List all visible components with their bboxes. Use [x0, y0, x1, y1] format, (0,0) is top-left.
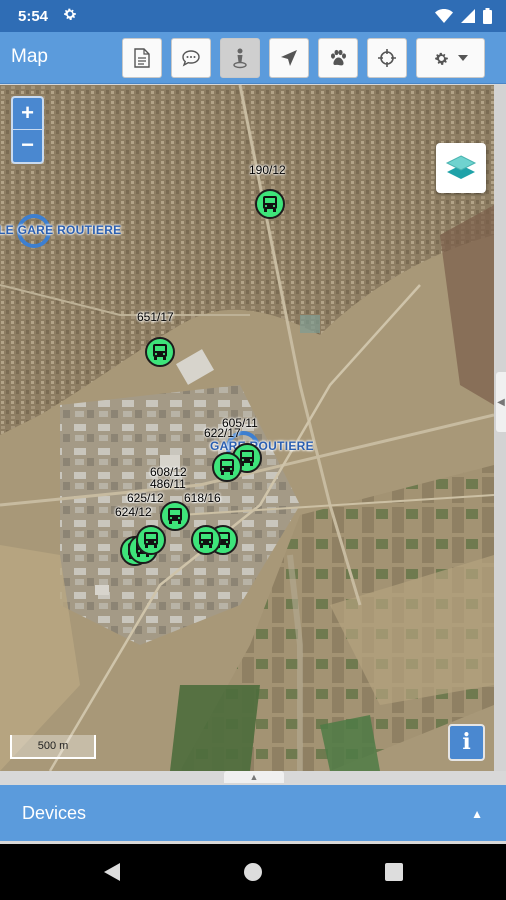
station-label: GARE ROUTIERE	[210, 439, 314, 453]
back-icon[interactable]	[102, 862, 122, 882]
app: Map + − LE GARE ROUTIERE GARE ROUTIERE 1…	[0, 32, 506, 844]
devices-label: Devices	[22, 803, 87, 823]
caret-down-icon	[458, 55, 468, 61]
paw-icon	[331, 49, 346, 66]
bus-icon	[168, 508, 182, 524]
bus-icon	[144, 532, 158, 548]
follow-device-button[interactable]	[220, 38, 260, 78]
report-button[interactable]	[122, 38, 162, 78]
bus-marker[interactable]	[255, 189, 285, 219]
chat-button[interactable]	[171, 38, 211, 78]
side-panel-handle: ◀	[494, 85, 506, 771]
layers-icon	[445, 155, 477, 179]
vehicle-label: 651/17	[137, 310, 174, 324]
document-icon	[134, 48, 150, 68]
battery-icon	[483, 8, 492, 24]
signal-icon	[461, 9, 475, 23]
bus-icon	[199, 532, 213, 548]
navigate-button[interactable]	[269, 38, 309, 78]
settings-dropdown[interactable]	[416, 38, 485, 78]
expand-bottom-panel-button[interactable]: ▲	[224, 771, 284, 783]
recents-icon[interactable]	[384, 862, 404, 882]
scale-bar: 500 m	[10, 735, 96, 759]
expand-side-panel-button[interactable]: ◀	[496, 372, 506, 432]
vehicle-label: 625/12	[127, 491, 164, 505]
gear-icon	[435, 52, 448, 65]
wifi-icon	[435, 9, 453, 23]
page-title: Map	[11, 46, 48, 67]
bus-icon	[220, 459, 234, 475]
zoom-out-button[interactable]: −	[13, 129, 42, 160]
info-button[interactable]: i	[448, 724, 485, 761]
caret-up-icon: ▲	[471, 807, 483, 821]
status-time: 5:54	[18, 7, 49, 25]
navigation-arrow-icon	[281, 50, 297, 66]
layers-button[interactable]	[436, 143, 486, 193]
geofence-button[interactable]	[318, 38, 358, 78]
bus-icon	[263, 196, 277, 212]
toolbar: Map	[0, 32, 506, 84]
bus-marker[interactable]	[191, 525, 221, 555]
zoom-control: + −	[11, 96, 44, 164]
system-nav-bar	[0, 844, 506, 900]
chat-icon	[182, 50, 200, 67]
bus-icon	[153, 344, 167, 360]
bus-marker[interactable]	[145, 337, 175, 367]
bus-marker[interactable]	[136, 525, 166, 555]
vehicle-label: 190/12	[249, 163, 286, 177]
vehicle-label: 486/11	[150, 477, 186, 491]
person-pin-icon	[233, 48, 247, 69]
gear-icon	[62, 6, 78, 27]
vehicle-label: 624/12	[115, 505, 152, 519]
zoom-in-button[interactable]: +	[13, 98, 42, 129]
devices-panel-header[interactable]: Devices ▲	[0, 785, 506, 841]
station-label: LE GARE ROUTIERE	[0, 223, 122, 237]
bus-marker[interactable]	[212, 452, 242, 482]
status-bar: 5:54	[0, 0, 506, 32]
vehicle-label: 622/17	[204, 426, 241, 440]
map-view[interactable]: + − LE GARE ROUTIERE GARE ROUTIERE 190/1…	[0, 85, 494, 771]
home-icon[interactable]	[243, 862, 263, 882]
locate-button[interactable]	[367, 38, 407, 78]
bus-marker[interactable]	[160, 501, 190, 531]
vehicle-label: 618/16	[184, 491, 221, 505]
crosshair-icon	[378, 49, 396, 67]
